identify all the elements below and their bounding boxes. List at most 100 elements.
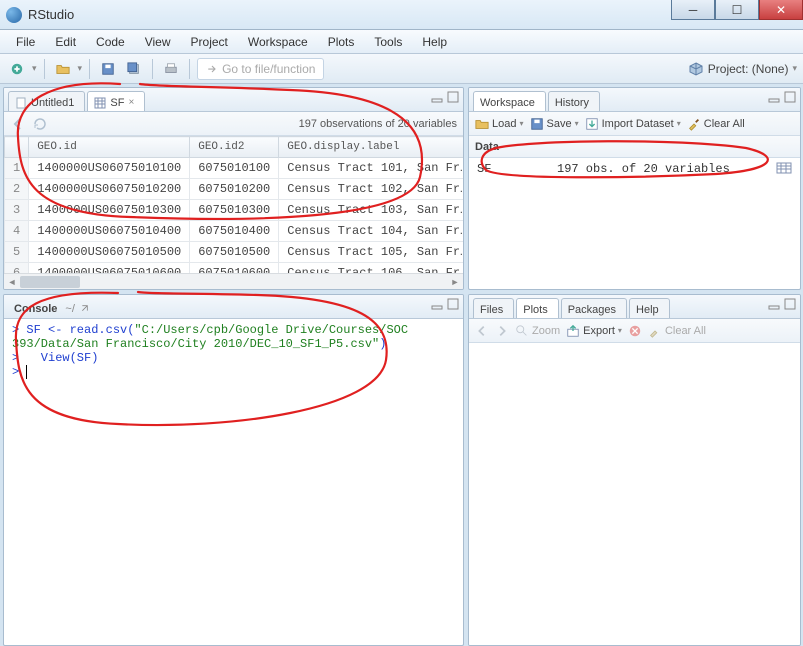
menubar: File Edit Code View Project Workspace Pl… — [0, 30, 803, 54]
save-button[interactable] — [97, 58, 119, 80]
cell: 6075010400 — [190, 221, 279, 242]
load-button[interactable]: Load▾ — [475, 117, 524, 131]
project-label[interactable]: Project: (None) — [708, 62, 789, 76]
cell: Census Tract 102, San Fr… — [279, 179, 463, 200]
col-geo-id[interactable]: GEO.id — [29, 137, 190, 158]
window-title: RStudio — [28, 7, 74, 22]
zoom-button[interactable]: Zoom — [515, 324, 560, 338]
cell: Census Tract 105, San Fr… — [279, 242, 463, 263]
minimize-pane-icon[interactable] — [768, 91, 780, 106]
minimize-button[interactable]: ─ — [671, 0, 715, 20]
remove-plot-icon[interactable] — [628, 324, 642, 338]
console-body[interactable]: > SF <- read.csv("C:/Users/cpb/Google Dr… — [4, 319, 463, 645]
menu-project[interactable]: Project — [183, 33, 236, 51]
export-button[interactable]: Export▾ — [566, 324, 622, 338]
table-row[interactable]: 61400000US060750106006075010600Census Tr… — [5, 263, 464, 274]
menu-edit[interactable]: Edit — [47, 33, 84, 51]
data-grid[interactable]: GEO.id GEO.id2 GEO.display.label 1140000… — [4, 136, 463, 273]
tab-packages[interactable]: Packages — [561, 298, 627, 318]
arrow-right-icon — [206, 63, 218, 75]
cell: 6075010500 — [190, 242, 279, 263]
import-icon — [585, 117, 599, 131]
prev-plot-icon[interactable] — [475, 324, 489, 338]
menu-code[interactable]: Code — [88, 33, 133, 51]
ws-save-button[interactable]: Save▾ — [530, 117, 579, 131]
tab-help[interactable]: Help — [629, 298, 670, 318]
row-number: 2 — [5, 179, 29, 200]
print-button[interactable] — [160, 58, 182, 80]
table-row[interactable]: 31400000US060750103006075010300Census Tr… — [5, 200, 464, 221]
close-button[interactable]: ✕ — [759, 0, 803, 20]
maximize-pane-icon[interactable] — [447, 91, 459, 106]
tab-files[interactable]: Files — [473, 298, 514, 318]
menu-help[interactable]: Help — [414, 33, 455, 51]
scroll-left-icon[interactable]: ◄ — [4, 274, 20, 290]
open-file-button[interactable] — [52, 58, 74, 80]
cell: 6075010300 — [190, 200, 279, 221]
var-name: SF — [477, 162, 557, 176]
workspace-entry[interactable]: SF 197 obs. of 20 variables — [469, 158, 800, 289]
back-arrow-icon[interactable] — [10, 116, 26, 132]
main-toolbar: ▾ ▾ Go to file/function Project: (None) … — [0, 54, 803, 84]
cell: 6075010200 — [190, 179, 279, 200]
minimize-pane-icon[interactable] — [431, 298, 443, 313]
folder-open-icon — [475, 117, 489, 131]
cell: 1400000US06075010500 — [29, 242, 190, 263]
source-pane: Untitled1 SF × 197 observations of 20 va… — [3, 87, 464, 290]
table-row[interactable]: 51400000US060750105006075010500Census Tr… — [5, 242, 464, 263]
menu-workspace[interactable]: Workspace — [240, 33, 316, 51]
cell: 1400000US06075010200 — [29, 179, 190, 200]
clear-plots-button[interactable]: Clear All — [648, 324, 706, 338]
clear-all-button[interactable]: Clear All — [687, 117, 745, 131]
table-row[interactable]: 11400000US060750101006075010100Census Tr… — [5, 158, 464, 179]
tab-console: Console ~/ — [8, 298, 99, 318]
cell: 6075010100 — [190, 158, 279, 179]
maximize-pane-icon[interactable] — [784, 91, 796, 106]
maximize-button[interactable]: ☐ — [715, 0, 759, 20]
maximize-pane-icon[interactable] — [784, 298, 796, 313]
floppy-stack-icon — [127, 62, 141, 76]
export-icon — [566, 324, 580, 338]
row-number: 5 — [5, 242, 29, 263]
table-row[interactable]: 41400000US060750104006075010400Census Tr… — [5, 221, 464, 242]
save-all-button[interactable] — [123, 58, 145, 80]
cell: 1400000US06075010600 — [29, 263, 190, 274]
tab-close-icon[interactable]: × — [128, 97, 134, 108]
new-file-button[interactable] — [6, 58, 28, 80]
popout-icon[interactable] — [79, 304, 89, 314]
tab-workspace[interactable]: Workspace — [473, 91, 546, 111]
table-row[interactable]: 21400000US060750102006075010200Census Tr… — [5, 179, 464, 200]
col-geo-display[interactable]: GEO.display.label — [279, 137, 463, 158]
row-number: 1 — [5, 158, 29, 179]
table-icon[interactable] — [776, 162, 792, 174]
next-plot-icon[interactable] — [495, 324, 509, 338]
minimize-pane-icon[interactable] — [431, 91, 443, 106]
menu-tools[interactable]: Tools — [366, 33, 410, 51]
obs-info: 197 observations of 20 variables — [299, 118, 457, 130]
scroll-thumb[interactable] — [20, 276, 80, 288]
plus-circle-icon — [10, 62, 24, 76]
menu-view[interactable]: View — [137, 33, 179, 51]
window-titlebar: RStudio ─ ☐ ✕ — [0, 0, 803, 30]
tab-history[interactable]: History — [548, 91, 600, 111]
col-geo-id2[interactable]: GEO.id2 — [190, 137, 279, 158]
menu-plots[interactable]: Plots — [320, 33, 363, 51]
tab-plots[interactable]: Plots — [516, 298, 558, 318]
menu-file[interactable]: File — [8, 33, 43, 51]
table-icon — [94, 97, 106, 109]
goto-file-input[interactable]: Go to file/function — [197, 58, 324, 80]
folder-open-icon — [56, 62, 70, 76]
scroll-right-icon[interactable]: ► — [447, 274, 463, 290]
plot-area — [469, 343, 800, 645]
h-scrollbar[interactable]: ◄ ► — [4, 273, 463, 289]
tab-sf[interactable]: SF × — [87, 91, 145, 111]
row-number: 6 — [5, 263, 29, 274]
rstudio-icon — [6, 7, 22, 23]
import-dataset-button[interactable]: Import Dataset▾ — [585, 117, 681, 131]
tab-untitled1[interactable]: Untitled1 — [8, 91, 85, 111]
maximize-pane-icon[interactable] — [447, 298, 459, 313]
project-cube-icon — [688, 61, 704, 77]
minimize-pane-icon[interactable] — [768, 298, 780, 313]
console-pane: Console ~/ > SF <- read.csv("C:/Users/cp… — [3, 294, 464, 646]
refresh-icon[interactable] — [32, 116, 48, 132]
